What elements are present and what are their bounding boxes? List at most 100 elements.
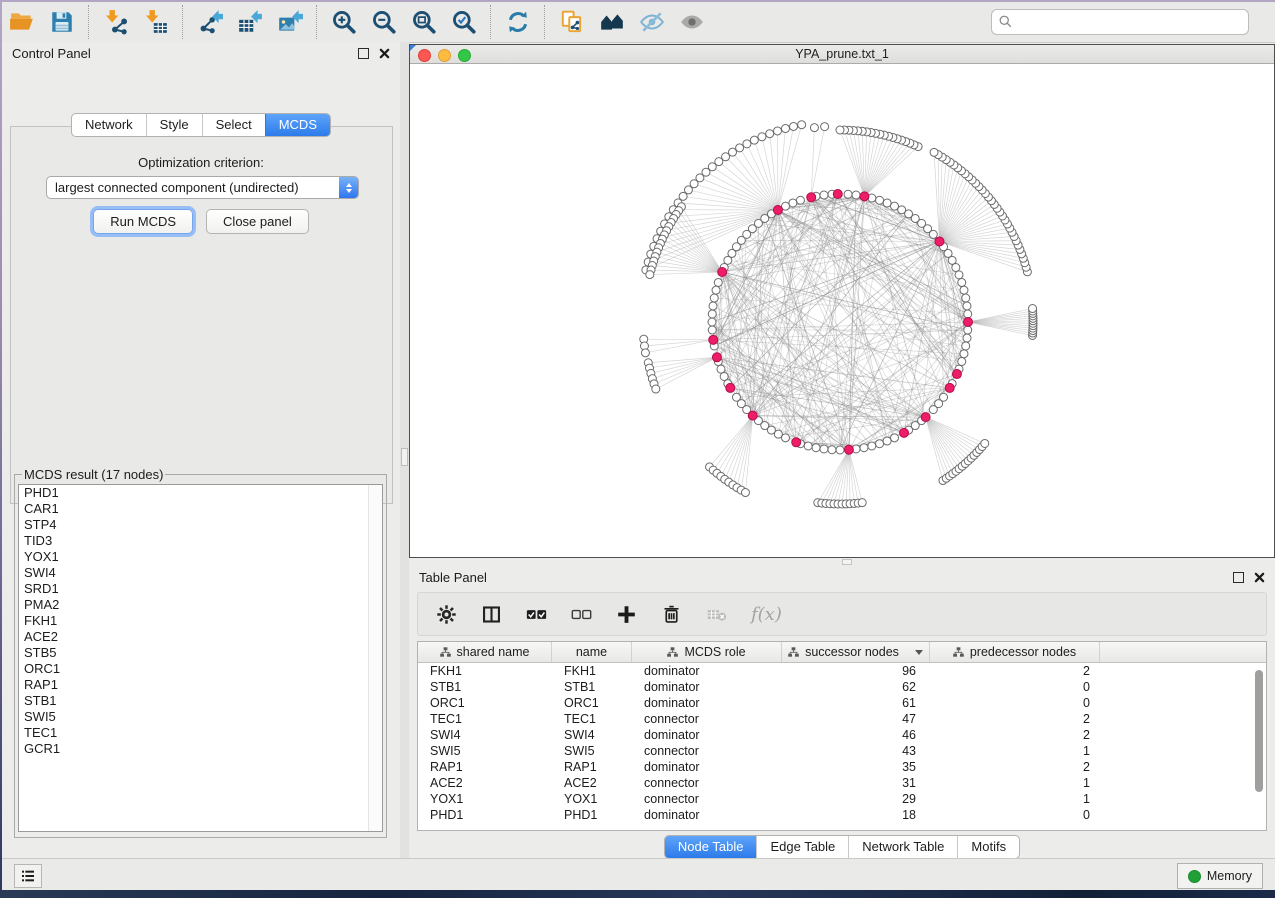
close-panel-button[interactable]: Close panel <box>206 209 309 234</box>
leaf-node[interactable] <box>821 123 829 131</box>
table-row[interactable]: ORC1ORC1dominator610 <box>418 695 1266 711</box>
network-node[interactable] <box>820 191 828 199</box>
optimization-criterion-select[interactable]: largest connected component (undirected) <box>46 176 359 199</box>
tab-select[interactable]: Select <box>202 114 265 136</box>
network-node[interactable] <box>940 393 948 401</box>
leaf-node[interactable] <box>766 130 774 138</box>
network-node[interactable] <box>890 434 898 442</box>
node-table[interactable]: shared namenameMCDS rolesuccessor nodesp… <box>417 641 1267 831</box>
leaf-node[interactable] <box>836 126 844 134</box>
column-header-predecessor-nodes[interactable]: predecessor nodes <box>930 642 1100 662</box>
delete-column-button[interactable] <box>661 604 682 625</box>
mcds-result-item[interactable]: ACE2 <box>19 629 382 645</box>
mcds-result-item[interactable]: PMA2 <box>19 597 382 613</box>
first-neighbors-button[interactable] <box>592 5 632 39</box>
network-node[interactable] <box>962 342 970 350</box>
table-row[interactable]: SWI4SWI4dominator462 <box>418 727 1266 743</box>
mcds-result-item[interactable]: RAP1 <box>19 677 382 693</box>
tab-mcds[interactable]: MCDS <box>265 114 330 136</box>
leaf-node[interactable] <box>781 125 789 133</box>
network-node[interactable] <box>964 326 972 334</box>
table-row[interactable]: SWI5SWI5connector431 <box>418 743 1266 759</box>
open-folder-button[interactable] <box>2 5 42 39</box>
network-node[interactable] <box>852 191 860 199</box>
mcds-hub-node[interactable] <box>945 383 954 392</box>
splitter-grip[interactable] <box>842 559 852 565</box>
leaf-node[interactable] <box>743 140 751 148</box>
export-image-button[interactable] <box>270 5 310 39</box>
mcds-list-scrollbar[interactable] <box>368 485 382 831</box>
zoom-selected-button[interactable] <box>444 5 484 39</box>
table-row[interactable]: YOX1YOX1connector291 <box>418 791 1266 807</box>
network-node[interactable] <box>844 190 852 198</box>
tab-network-table[interactable]: Network Table <box>848 836 957 858</box>
apply-layout-button[interactable] <box>498 5 538 39</box>
mcds-result-item[interactable]: GCR1 <box>19 741 382 757</box>
network-node[interactable] <box>709 302 717 310</box>
mcds-result-item[interactable]: FKH1 <box>19 613 382 629</box>
network-node[interactable] <box>958 278 966 286</box>
network-node[interactable] <box>890 202 898 210</box>
network-node[interactable] <box>708 310 716 318</box>
leaf-node[interactable] <box>930 148 938 156</box>
save-session-button[interactable] <box>42 5 82 39</box>
mcds-result-list[interactable]: PHD1CAR1STP4TID3YOX1SWI4SRD1PMA2FKH1ACE2… <box>18 484 383 832</box>
network-node[interactable] <box>804 442 812 450</box>
add-column-button[interactable] <box>616 604 637 625</box>
leaf-node[interactable] <box>758 133 766 141</box>
network-node[interactable] <box>883 437 891 445</box>
network-node[interactable] <box>860 444 868 452</box>
mcds-result-item[interactable]: TEC1 <box>19 725 382 741</box>
mcds-result-item[interactable]: YOX1 <box>19 549 382 565</box>
tab-edge-table[interactable]: Edge Table <box>756 836 848 858</box>
zoom-out-button[interactable] <box>364 5 404 39</box>
table-row[interactable]: ACE2ACE2connector311 <box>418 775 1266 791</box>
leaf-node[interactable] <box>728 148 736 156</box>
horizontal-splitter[interactable] <box>409 558 1275 566</box>
leaf-node[interactable] <box>858 499 866 507</box>
mcds-result-item[interactable]: CAR1 <box>19 501 382 517</box>
settings-gear-button[interactable] <box>436 604 457 625</box>
import-network-button[interactable] <box>96 5 136 39</box>
tab-motifs[interactable]: Motifs <box>957 836 1019 858</box>
vertical-splitter[interactable] <box>400 42 409 858</box>
leaf-node[interactable] <box>774 127 782 135</box>
show-all-button[interactable] <box>672 5 712 39</box>
mcds-result-item[interactable]: STB5 <box>19 645 382 661</box>
mcds-hub-node[interactable] <box>900 428 909 437</box>
mcds-result-item[interactable]: SWI5 <box>19 709 382 725</box>
column-header-shared-name[interactable]: shared name <box>418 642 552 662</box>
network-node[interactable] <box>958 358 966 366</box>
network-node[interactable] <box>796 196 804 204</box>
leaf-node[interactable] <box>798 121 806 129</box>
mcds-hub-node[interactable] <box>709 335 718 344</box>
float-panel-icon[interactable] <box>358 48 369 59</box>
leaf-node[interactable] <box>641 349 649 357</box>
leaf-node[interactable] <box>981 439 989 447</box>
network-node[interactable] <box>876 196 884 204</box>
zoom-in-button[interactable] <box>324 5 364 39</box>
leaf-node[interactable] <box>652 385 660 393</box>
network-node[interactable] <box>714 278 722 286</box>
run-mcds-button[interactable]: Run MCDS <box>93 209 193 234</box>
network-node[interactable] <box>717 365 725 373</box>
column-header-mcds-role[interactable]: MCDS role <box>632 642 782 662</box>
leaf-node[interactable] <box>741 489 749 497</box>
network-node[interactable] <box>964 310 972 318</box>
mcds-hub-node[interactable] <box>807 193 816 202</box>
tab-node-table[interactable]: Node Table <box>665 836 757 858</box>
network-node[interactable] <box>812 444 820 452</box>
leaf-node[interactable] <box>790 122 798 130</box>
network-node[interactable] <box>836 446 844 454</box>
new-network-from-selection-button[interactable] <box>552 5 592 39</box>
mcds-hub-node[interactable] <box>773 206 782 215</box>
mcds-result-item[interactable]: SRD1 <box>19 581 382 597</box>
memory-button[interactable]: Memory <box>1177 863 1263 889</box>
mcds-result-item[interactable]: STB1 <box>19 693 382 709</box>
column-header-name[interactable]: name <box>552 642 632 662</box>
network-node[interactable] <box>876 440 884 448</box>
task-history-button[interactable] <box>14 864 42 888</box>
leaf-node[interactable] <box>736 144 744 152</box>
splitter-grip[interactable] <box>401 448 408 466</box>
search-input[interactable] <box>991 9 1249 35</box>
